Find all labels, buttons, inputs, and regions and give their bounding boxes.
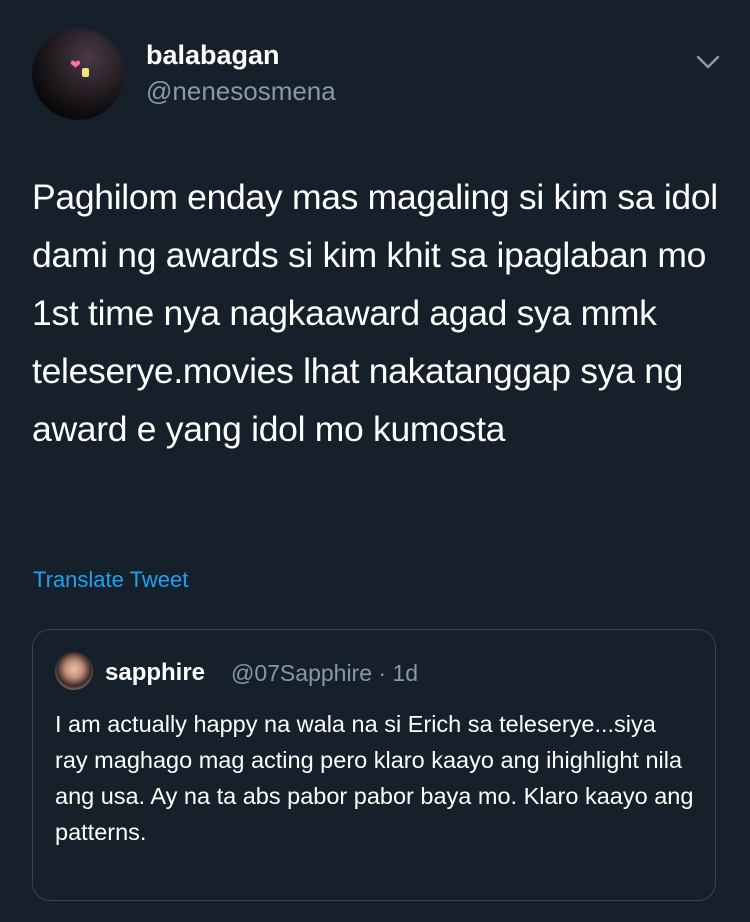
quoted-handle-time: @07Sapphire · 1d (231, 660, 419, 686)
author-display-name[interactable]: balabagan (146, 40, 280, 71)
heart-icon: ❤ (70, 57, 81, 72)
quoted-avatar[interactable] (55, 652, 93, 690)
charm-icon (82, 68, 89, 77)
translate-tweet-link[interactable]: Translate Tweet (33, 567, 188, 593)
author-handle[interactable]: @nenesosmena (146, 76, 336, 107)
tweet-card: ❤ balabagan @nenesosmena Paghilom enday … (0, 0, 750, 922)
quoted-display-name: sapphire (105, 659, 206, 686)
chevron-down-icon[interactable] (692, 46, 724, 78)
avatar[interactable]: ❤ (32, 28, 124, 120)
quoted-tweet[interactable]: sapphire @07Sapphire · 1d I am actually … (32, 629, 716, 901)
tweet-text: Paghilom enday mas magaling si kim sa id… (32, 177, 718, 449)
quoted-tweet-text: I am actually happy na wala na si Erich … (55, 711, 694, 845)
